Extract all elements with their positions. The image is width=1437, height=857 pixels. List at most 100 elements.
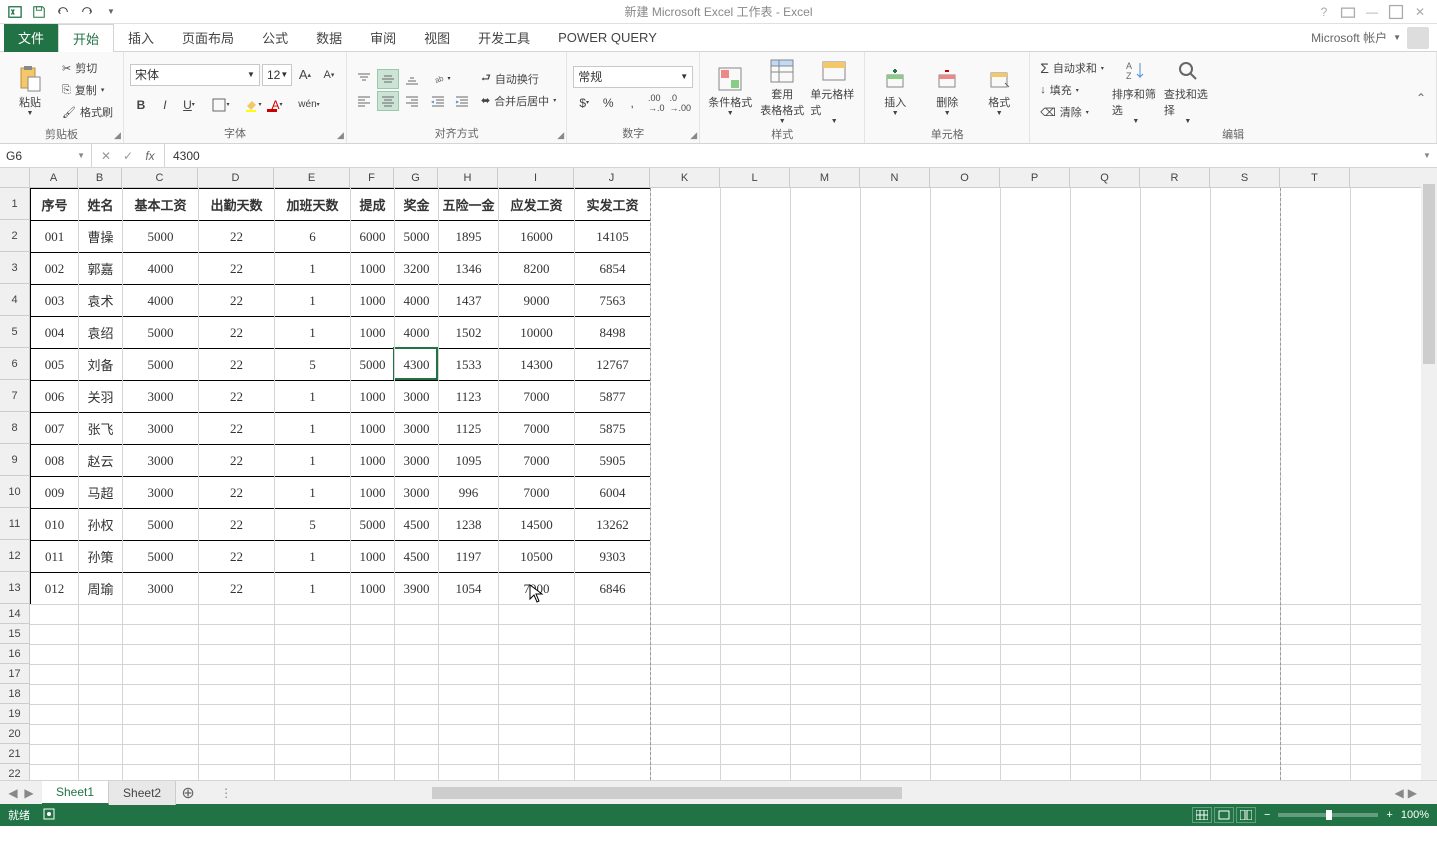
ribbon-options-icon[interactable] bbox=[1339, 3, 1357, 21]
sheet-tab-2[interactable]: Sheet2 bbox=[109, 781, 176, 805]
table-cell[interactable]: 1000 bbox=[351, 317, 395, 349]
table-cell[interactable]: 1533 bbox=[439, 349, 499, 381]
col-header-G[interactable]: G bbox=[394, 168, 438, 187]
find-select-button[interactable]: 查找和选择▼ bbox=[1164, 54, 1212, 126]
font-size-combo[interactable]: 12▼ bbox=[262, 64, 292, 86]
table-cell[interactable]: 孙权 bbox=[79, 509, 123, 541]
number-format-combo[interactable]: 常规▼ bbox=[573, 66, 693, 88]
table-cell[interactable]: 7000 bbox=[499, 381, 575, 413]
table-cell[interactable]: 011 bbox=[31, 541, 79, 573]
table-cell[interactable]: 3000 bbox=[123, 445, 199, 477]
row-header-2[interactable]: 2 bbox=[0, 220, 29, 252]
table-cell[interactable]: 1000 bbox=[351, 285, 395, 317]
col-header-K[interactable]: K bbox=[650, 168, 720, 187]
zoom-out-icon[interactable]: − bbox=[1264, 809, 1270, 821]
table-cell[interactable]: 1502 bbox=[439, 317, 499, 349]
table-cell[interactable]: 1 bbox=[275, 253, 351, 285]
table-cell[interactable]: 3000 bbox=[395, 381, 439, 413]
table-cell[interactable]: 5000 bbox=[351, 349, 395, 381]
number-dialog-launcher[interactable]: ◢ bbox=[690, 130, 697, 141]
row-header-12[interactable]: 12 bbox=[0, 540, 29, 572]
tab-view[interactable]: 视图 bbox=[410, 24, 464, 52]
fx-icon[interactable]: fx bbox=[140, 149, 160, 163]
table-cell[interactable]: 1000 bbox=[351, 445, 395, 477]
col-header-M[interactable]: M bbox=[790, 168, 860, 187]
fill-color-icon[interactable]: ▾ bbox=[242, 94, 264, 116]
table-cell[interactable]: 1000 bbox=[351, 413, 395, 445]
table-cell[interactable]: 005 bbox=[31, 349, 79, 381]
vertical-scroll-thumb[interactable] bbox=[1423, 184, 1435, 364]
table-cell[interactable]: 张飞 bbox=[79, 413, 123, 445]
paste-button[interactable]: 粘贴 ▼ bbox=[6, 54, 54, 126]
tab-data[interactable]: 数据 bbox=[302, 24, 356, 52]
border-icon[interactable]: ▾ bbox=[210, 94, 232, 116]
table-cell[interactable]: 3000 bbox=[123, 413, 199, 445]
minimize-icon[interactable]: — bbox=[1363, 3, 1381, 21]
table-cell[interactable]: 22 bbox=[199, 253, 275, 285]
table-cell[interactable]: 001 bbox=[31, 221, 79, 253]
sort-filter-button[interactable]: AZ排序和筛选▼ bbox=[1112, 54, 1160, 126]
tab-home[interactable]: 开始 bbox=[58, 24, 114, 52]
table-cell[interactable]: 7000 bbox=[499, 477, 575, 509]
table-cell[interactable]: 5000 bbox=[351, 509, 395, 541]
select-all-corner[interactable] bbox=[0, 168, 30, 188]
col-header-D[interactable]: D bbox=[198, 168, 274, 187]
table-row[interactable]: 007张飞300022110003000112570005875 bbox=[31, 413, 651, 445]
tab-nav-prev-icon[interactable]: ◀ bbox=[6, 786, 20, 800]
table-cell[interactable]: 8498 bbox=[575, 317, 651, 349]
col-header-B[interactable]: B bbox=[78, 168, 122, 187]
row-header-11[interactable]: 11 bbox=[0, 508, 29, 540]
table-cell[interactable]: 996 bbox=[439, 477, 499, 509]
merge-center-button[interactable]: ⬌合并后居中▾ bbox=[477, 91, 560, 111]
table-cell[interactable]: 009 bbox=[31, 477, 79, 509]
col-header-N[interactable]: N bbox=[860, 168, 930, 187]
table-cell[interactable]: 4000 bbox=[395, 317, 439, 349]
expand-formula-bar-icon[interactable]: ▼ bbox=[1417, 151, 1437, 160]
table-cell[interactable]: 郭嘉 bbox=[79, 253, 123, 285]
table-header[interactable]: 加班天数 bbox=[275, 189, 351, 221]
table-cell[interactable]: 5875 bbox=[575, 413, 651, 445]
table-cell[interactable]: 16000 bbox=[499, 221, 575, 253]
tab-review[interactable]: 审阅 bbox=[356, 24, 410, 52]
qat-dropdown-icon[interactable]: ▼ bbox=[100, 2, 122, 22]
increase-decimal-icon[interactable]: .00→.0 bbox=[645, 92, 667, 114]
table-cell[interactable]: 马超 bbox=[79, 477, 123, 509]
help-icon[interactable]: ? bbox=[1315, 3, 1333, 21]
table-cell[interactable]: 赵云 bbox=[79, 445, 123, 477]
sheet-tab-1[interactable]: Sheet1 bbox=[42, 781, 109, 805]
tab-insert[interactable]: 插入 bbox=[114, 24, 168, 52]
table-cell[interactable]: 22 bbox=[199, 541, 275, 573]
delete-cells-button[interactable]: 删除▼ bbox=[923, 54, 971, 126]
add-sheet-icon[interactable]: ⊕ bbox=[176, 783, 200, 803]
row-header-18[interactable]: 18 bbox=[0, 684, 29, 704]
table-cell[interactable]: 6004 bbox=[575, 477, 651, 509]
table-cell[interactable]: 关羽 bbox=[79, 381, 123, 413]
table-cell[interactable]: 5000 bbox=[123, 509, 199, 541]
row-header-20[interactable]: 20 bbox=[0, 724, 29, 744]
col-header-I[interactable]: I bbox=[498, 168, 574, 187]
col-header-O[interactable]: O bbox=[930, 168, 1000, 187]
col-header-Q[interactable]: Q bbox=[1070, 168, 1140, 187]
table-cell[interactable]: 1895 bbox=[439, 221, 499, 253]
table-cell[interactable]: 1125 bbox=[439, 413, 499, 445]
table-cell[interactable]: 4000 bbox=[395, 285, 439, 317]
table-cell[interactable]: 1054 bbox=[439, 573, 499, 605]
table-cell[interactable]: 3000 bbox=[123, 381, 199, 413]
col-header-R[interactable]: R bbox=[1140, 168, 1210, 187]
table-cell[interactable]: 周瑜 bbox=[79, 573, 123, 605]
table-cell[interactable]: 003 bbox=[31, 285, 79, 317]
table-cell[interactable]: 6 bbox=[275, 221, 351, 253]
table-cell[interactable]: 1 bbox=[275, 541, 351, 573]
table-cell[interactable]: 6854 bbox=[575, 253, 651, 285]
font-color-icon[interactable]: A▾ bbox=[266, 94, 288, 116]
table-cell[interactable]: 22 bbox=[199, 285, 275, 317]
copy-button[interactable]: ⎘复制▾ bbox=[58, 80, 117, 100]
horizontal-scrollbar[interactable] bbox=[432, 786, 1390, 800]
percent-icon[interactable]: % bbox=[597, 92, 619, 114]
align-middle-icon[interactable] bbox=[377, 69, 399, 89]
table-cell[interactable]: 010 bbox=[31, 509, 79, 541]
table-header[interactable]: 基本工资 bbox=[123, 189, 199, 221]
table-cell[interactable]: 008 bbox=[31, 445, 79, 477]
table-header[interactable]: 五险一金 bbox=[439, 189, 499, 221]
align-left-icon[interactable] bbox=[353, 91, 375, 111]
